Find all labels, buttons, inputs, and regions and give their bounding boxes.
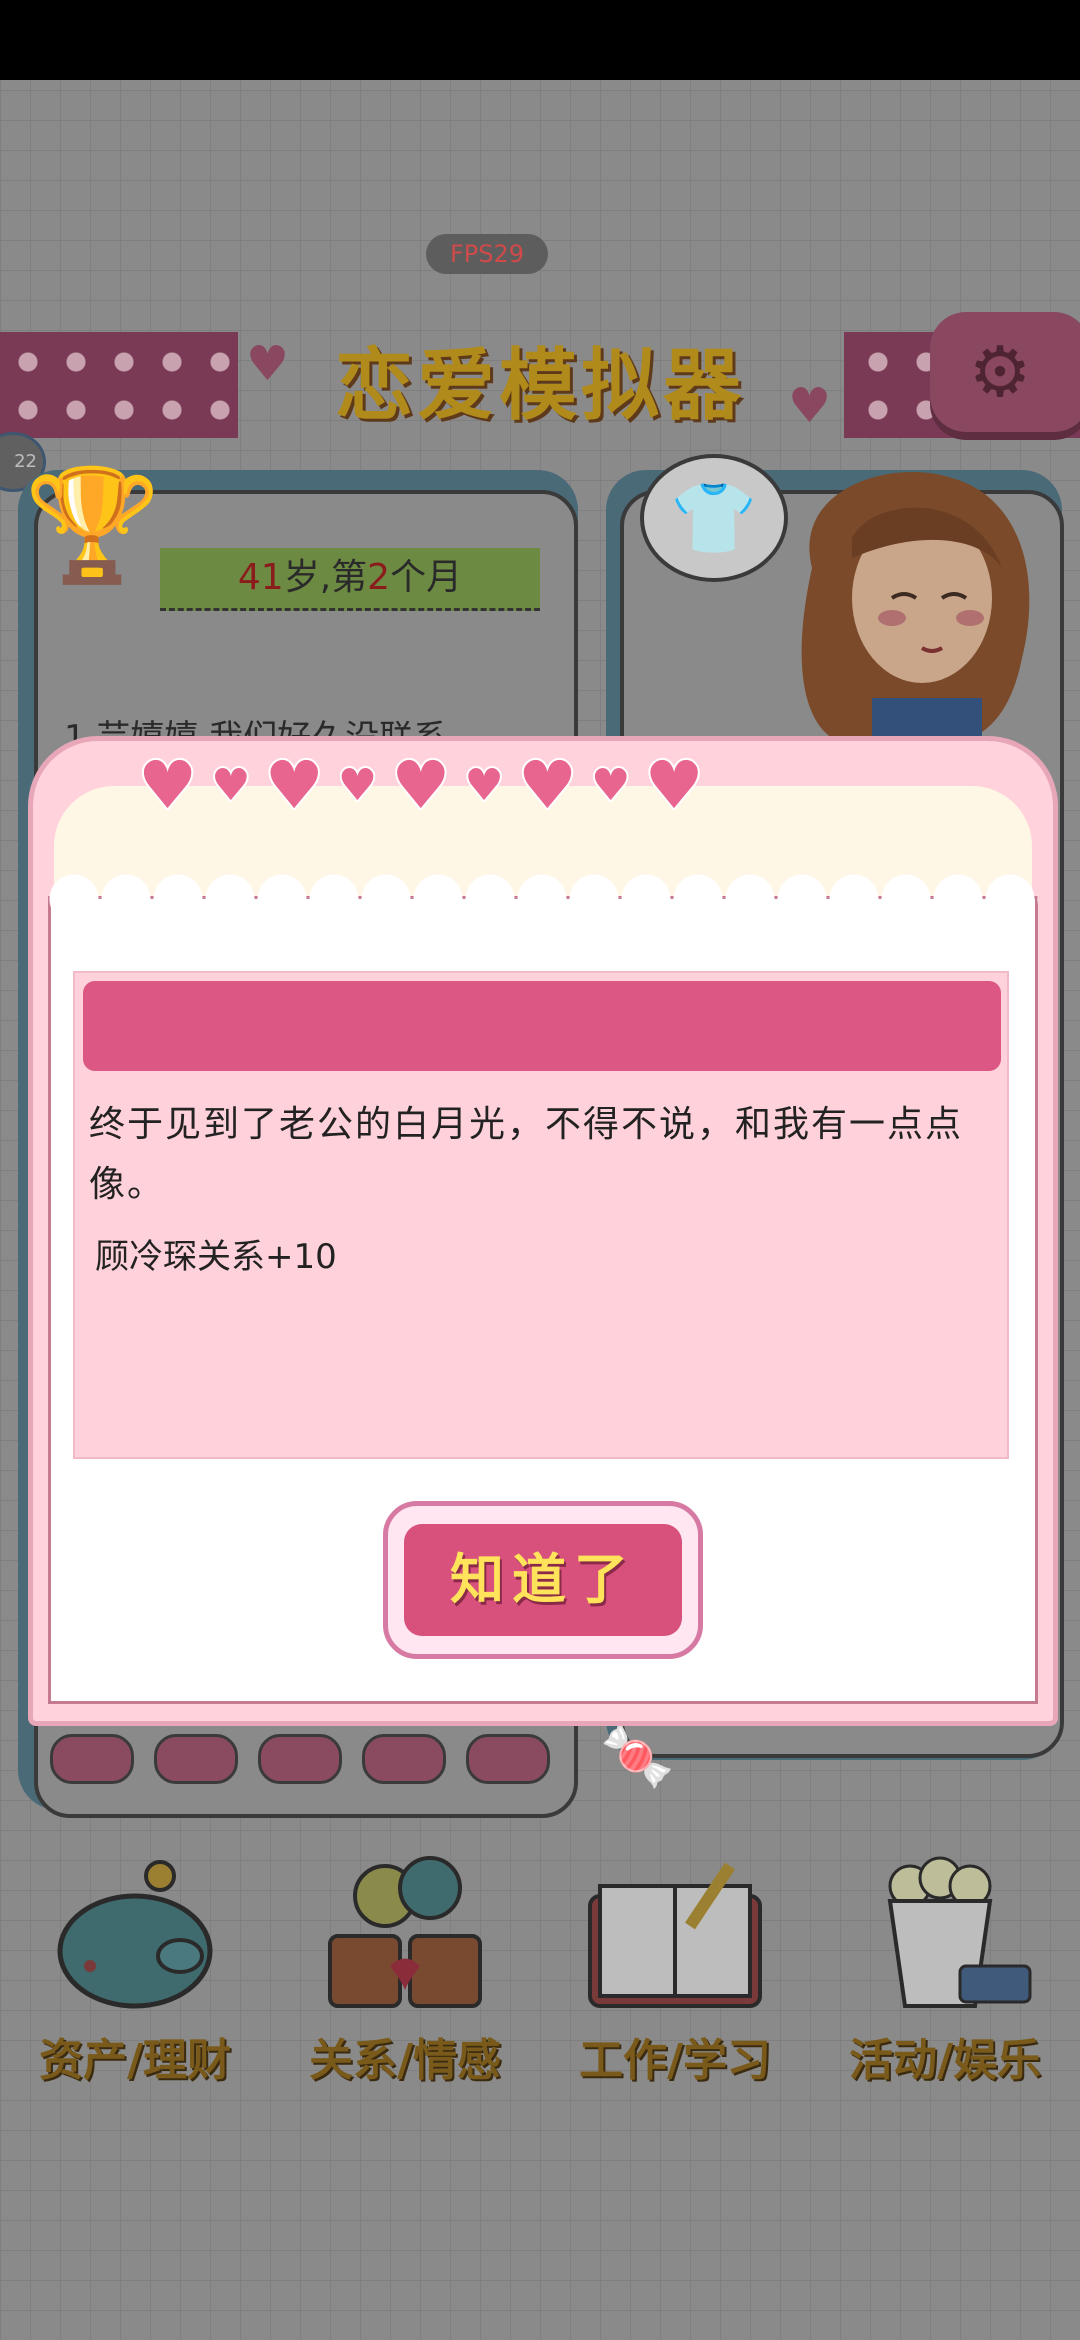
- heart-icon: ♥: [246, 336, 290, 392]
- nav-label: 活动/娱乐: [848, 2035, 1042, 2086]
- nav-label: 工作/学习: [578, 2035, 772, 2086]
- piggy-bank-icon: [57, 1860, 213, 2009]
- heart-icon: ♥: [788, 378, 832, 434]
- heart-icon: ♥: [209, 758, 252, 813]
- candy-icon: [466, 1734, 550, 1784]
- game-title: 恋爱模拟器: [334, 341, 745, 431]
- confirm-button-label: 知道了: [404, 1524, 682, 1636]
- character-portrait: [801, 472, 1030, 738]
- heart-icon: ♥: [516, 745, 579, 826]
- nav-label: 资产/理财: [38, 2035, 232, 2086]
- nav-work[interactable]: 工作/学习: [550, 1856, 800, 2096]
- heart-icon: ♥: [263, 745, 326, 826]
- trophy-icon[interactable]: 🏆: [24, 460, 161, 590]
- confirm-button[interactable]: 知道了: [383, 1501, 703, 1659]
- age-status: 41岁,第2个月: [160, 548, 540, 611]
- heart-icon: ♥: [389, 745, 452, 826]
- book-pen-icon: [588, 1862, 762, 2008]
- settings-button[interactable]: ⚙: [930, 312, 1080, 432]
- nav-relationship[interactable]: 关系/情感: [280, 1856, 530, 2096]
- heart-icon: ♥: [589, 758, 632, 813]
- relationship-effect: 顾冷琛关系+10: [95, 1237, 337, 1277]
- popcorn-tickets-icon: [887, 1856, 1032, 2008]
- title-banner-left: [0, 332, 238, 438]
- dialog-body: 终于见到了老公的白月光，不得不说，和我有一点点像。 顾冷琛关系+10 知道了: [48, 873, 1038, 1704]
- candy-icon: [154, 1734, 238, 1784]
- candy-icon: [50, 1734, 134, 1784]
- heart-icon: ♥: [136, 745, 199, 826]
- event-dialog: ♥ ♥ ♥ ♥ ♥ ♥ ♥ ♥ ♥ 终于见到了老公的白月光，不得不说，和我有一点…: [28, 736, 1058, 1726]
- nav-activities[interactable]: 活动/娱乐: [820, 1856, 1070, 2096]
- coffee-couple-icon: [328, 1856, 482, 2008]
- heart-icon: ♥: [642, 745, 705, 826]
- message-box: 终于见到了老公的白月光，不得不说，和我有一点点像。 顾冷琛关系+10: [73, 971, 1009, 1459]
- nav-label: 关系/情感: [308, 2035, 502, 2086]
- candy-row: [50, 1734, 550, 1784]
- gear-icon: ⚙: [968, 331, 1032, 413]
- candy-icon: [362, 1734, 446, 1784]
- scallop-edge: [48, 873, 1038, 925]
- dialog-message: 终于见到了老公的白月光，不得不说，和我有一点点像。: [89, 1104, 964, 1205]
- candy-icon: [258, 1734, 342, 1784]
- fps-counter: FPS29: [426, 234, 548, 274]
- bottom-nav: 资产/理财 关系/情感 工作/学习 活动/娱乐: [0, 1856, 1080, 2096]
- heart-icon: ♥: [336, 758, 379, 813]
- snack-icon: 🍬: [600, 1721, 675, 1791]
- dialog-hearts: ♥ ♥ ♥ ♥ ♥ ♥ ♥ ♥ ♥: [136, 745, 938, 826]
- nav-assets[interactable]: 资产/理财: [10, 1856, 260, 2096]
- message-header: [83, 981, 1001, 1071]
- status-bar: [0, 0, 1080, 80]
- heart-icon: ♥: [462, 758, 505, 813]
